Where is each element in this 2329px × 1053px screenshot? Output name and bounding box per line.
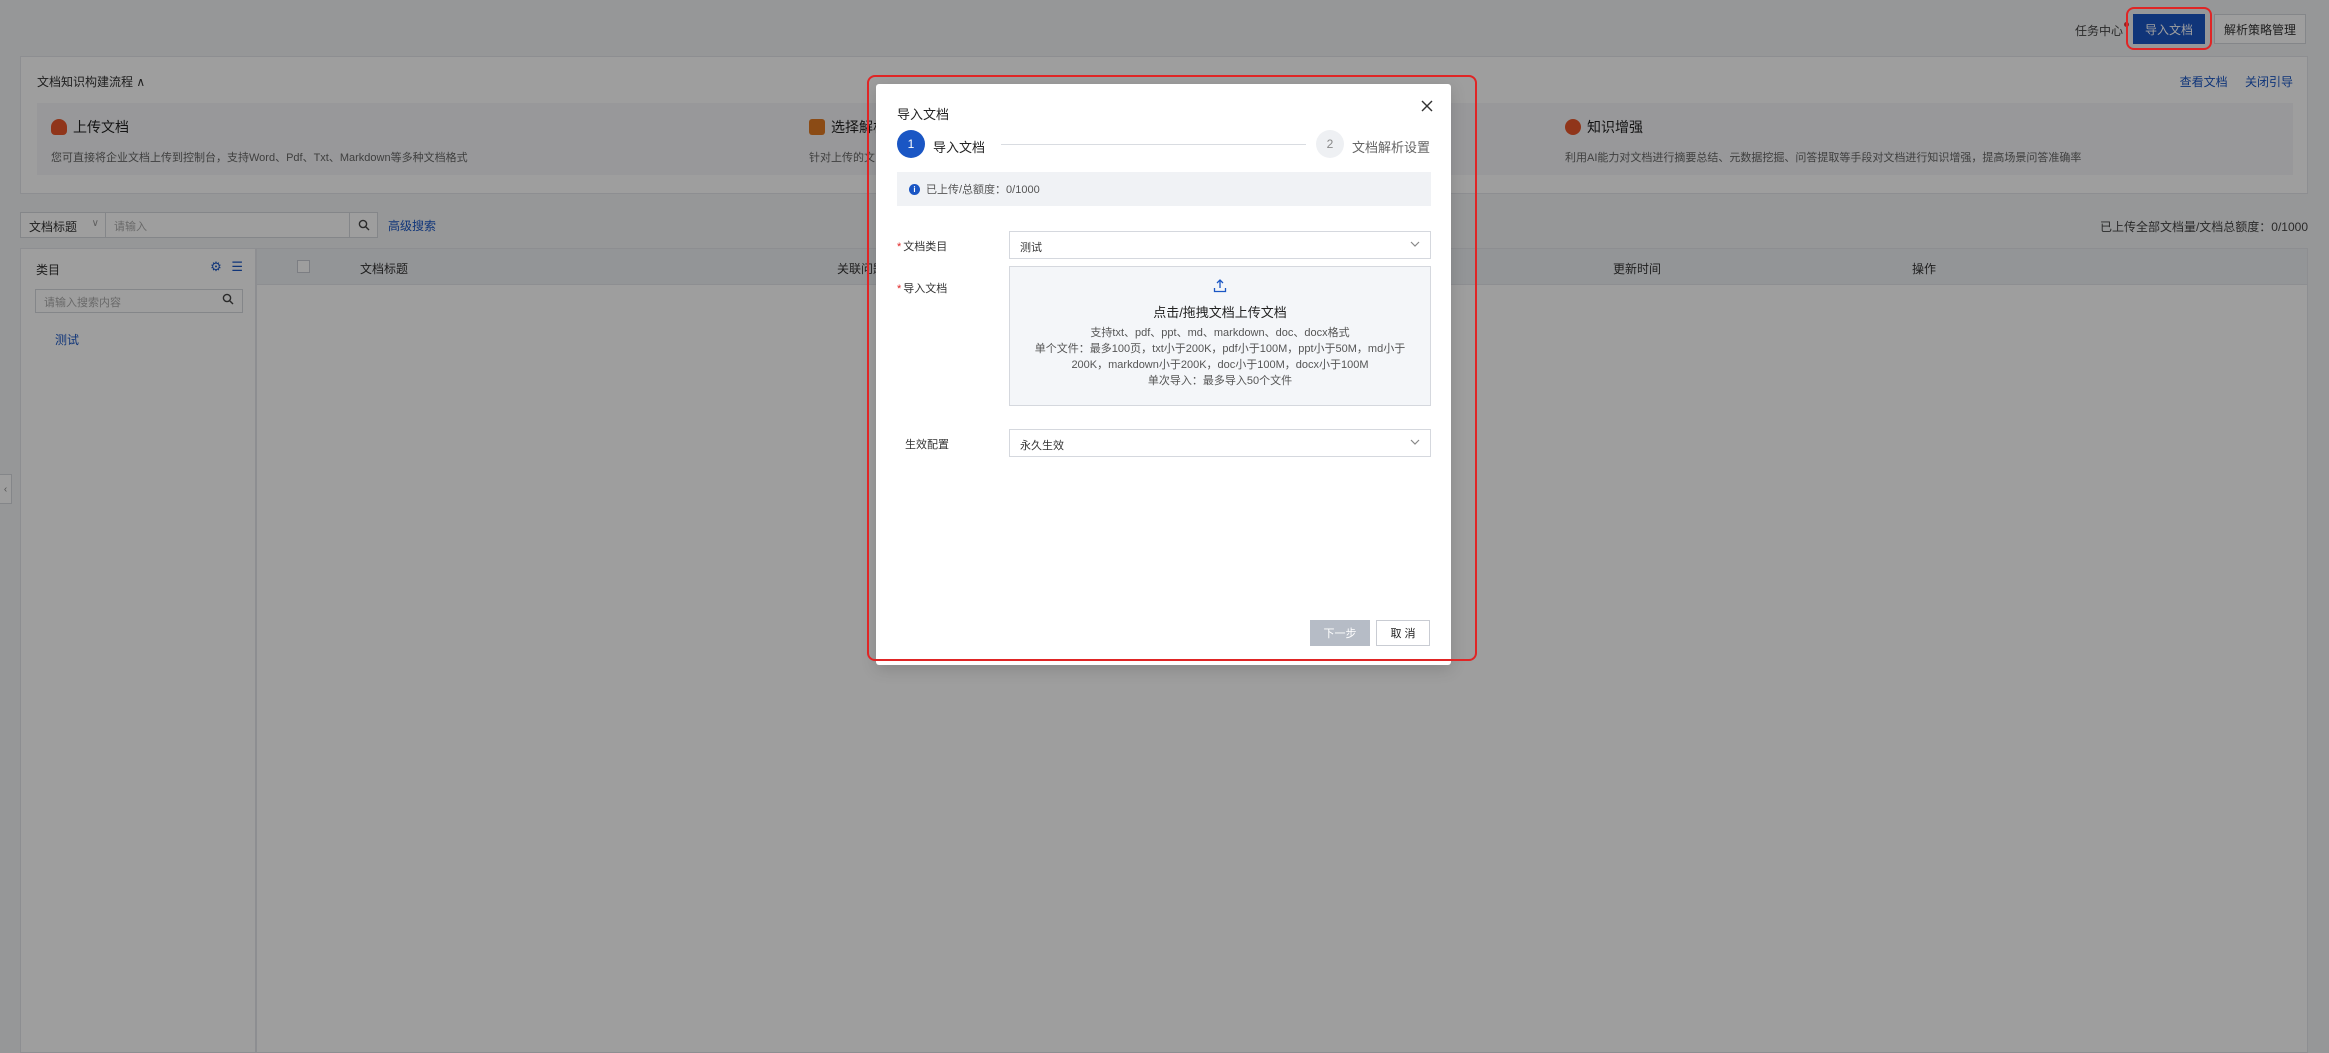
highlight-box-dialog: [867, 75, 1477, 661]
highlight-box-import-button: [2126, 7, 2212, 50]
